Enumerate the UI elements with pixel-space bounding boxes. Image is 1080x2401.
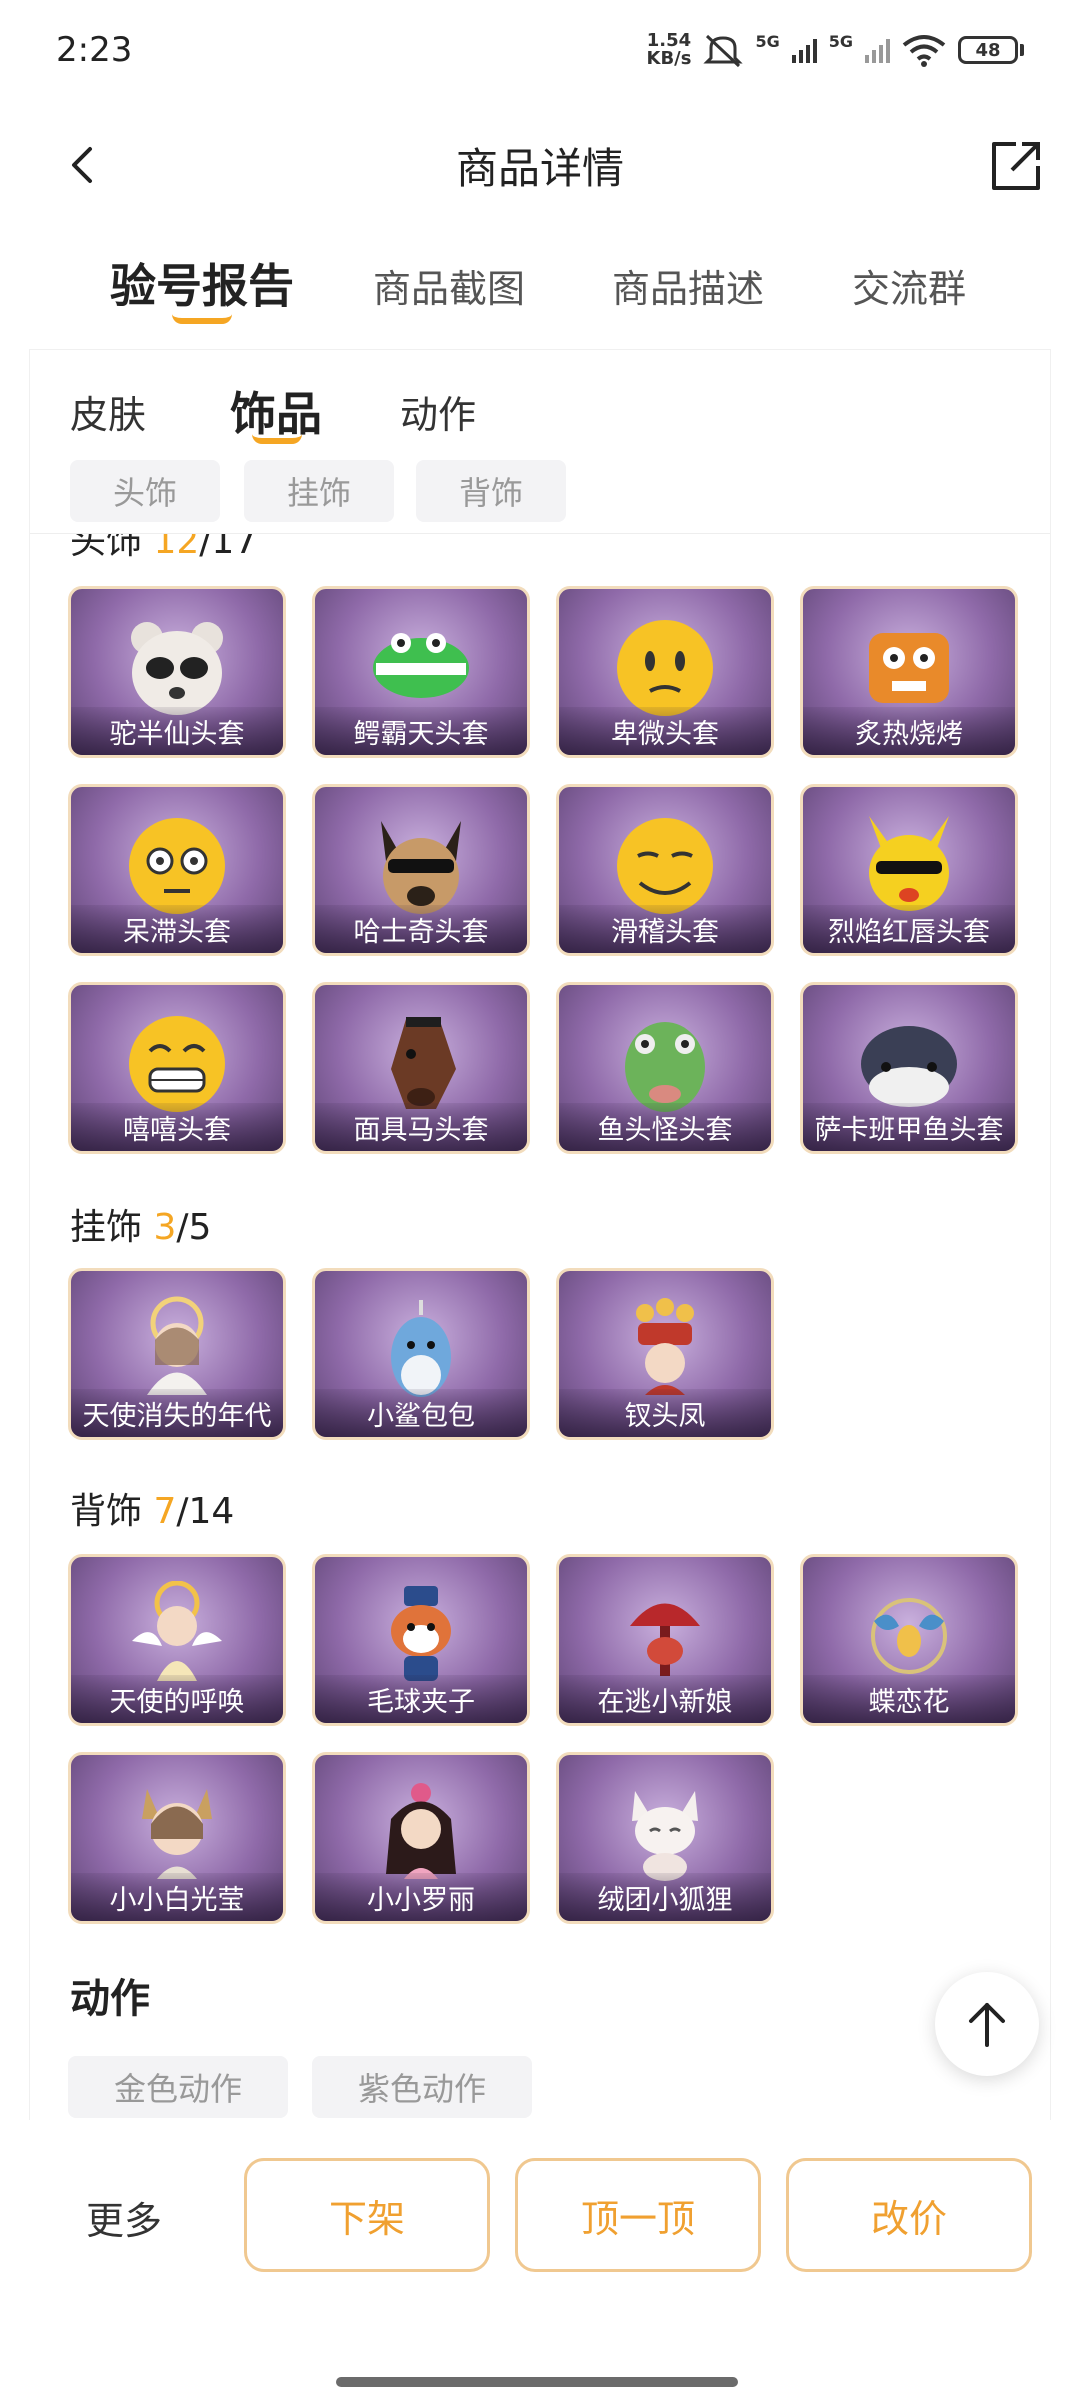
status-time: 2:23 (56, 30, 133, 70)
back-button[interactable] (56, 140, 106, 190)
item-card[interactable]: 面具马头套 (312, 982, 530, 1154)
item-name: 天使消失的年代 (71, 1389, 283, 1437)
item-name: 呆滞头套 (71, 905, 283, 953)
item-name: 哈士奇头套 (315, 905, 527, 953)
section-title-back: 背饰 7/14 (70, 1491, 235, 1532)
item-card[interactable]: 哈士奇头套 (312, 784, 530, 956)
item-name: 烈焰红唇头套 (803, 905, 1015, 953)
item-card[interactable]: 蝶恋花 (800, 1554, 1018, 1726)
item-card[interactable]: 天使消失的年代 (68, 1268, 286, 1440)
item-name: 蝶恋花 (803, 1675, 1015, 1723)
item-card[interactable]: 小小白光莹 (68, 1752, 286, 1924)
item-name: 驼半仙头套 (71, 707, 283, 755)
section-title-pendant: 挂饰 3/5 (70, 1207, 212, 1248)
tab-screenshots[interactable]: 商品截图 (373, 258, 525, 313)
tab-description[interactable]: 商品描述 (612, 258, 764, 313)
item-card[interactable]: 嘻嘻头套 (68, 982, 286, 1154)
item-name: 炙热烧烤 (803, 707, 1015, 755)
filter-chip-pendant[interactable]: 挂饰 (244, 460, 394, 522)
product-detail-page: 2:23 1.54 KB/s 5G 5G 48 商品详情 验号报告 商品截图 商… (0, 0, 1080, 2401)
filter-chip-headwear[interactable]: 头饰 (70, 460, 220, 522)
card-header: 皮肤 饰品 动作 头饰 挂饰 背饰 (30, 350, 1050, 534)
scroll-to-top-button[interactable] (935, 1972, 1039, 2076)
item-card[interactable]: 烈焰红唇头套 (800, 784, 1018, 956)
share-icon (992, 142, 1040, 190)
item-card[interactable]: 小鲨包包 (312, 1268, 530, 1440)
item-name: 面具马头套 (315, 1103, 527, 1151)
item-card[interactable]: 钗头凤 (556, 1268, 774, 1440)
signal-icon (791, 37, 817, 63)
tab-inspection-report[interactable]: 验号报告 (110, 250, 294, 316)
active-subtab-indicator (252, 434, 302, 444)
status-icons: 1.54 KB/s 5G 5G 48 (646, 30, 1024, 69)
item-name: 绒团小狐狸 (559, 1873, 771, 1921)
item-card[interactable]: 小小罗丽 (312, 1752, 530, 1924)
share-button[interactable] (986, 136, 1046, 196)
subtab-skins[interactable]: 皮肤 (70, 384, 146, 439)
item-card[interactable]: 炙热烧烤 (800, 586, 1018, 758)
item-card[interactable]: 卑微头套 (556, 586, 774, 758)
status-bar: 2:23 1.54 KB/s 5G 5G 48 (0, 0, 1080, 100)
nav-header: 商品详情 (0, 110, 1080, 220)
item-name: 滑稽头套 (559, 905, 771, 953)
network-type-1: 5G (755, 32, 780, 51)
wifi-icon (902, 35, 946, 67)
item-card[interactable]: 驼半仙头套 (68, 586, 286, 758)
item-card[interactable]: 鳄霸天头套 (312, 586, 530, 758)
more-button[interactable]: 更多 (86, 2190, 162, 2245)
bump-button[interactable]: 顶一顶 (515, 2158, 761, 2272)
item-name: 钗头凤 (559, 1389, 771, 1437)
item-name: 萨卡班甲鱼头套 (803, 1103, 1015, 1151)
item-card[interactable]: 毛球夹子 (312, 1554, 530, 1726)
page-title: 商品详情 (455, 143, 624, 193)
network-speed: 1.54 KB/s (646, 30, 692, 69)
inspection-report-card: 皮肤 饰品 动作 头饰 挂饰 背饰 头饰 12/17 驼半仙头套 鳄霸天头套 卑… (30, 350, 1050, 2120)
item-card[interactable]: 绒团小狐狸 (556, 1752, 774, 1924)
tab-chat-group[interactable]: 交流群 (852, 258, 966, 313)
section-title-actions: 动作 (70, 1976, 150, 2022)
item-name: 小小白光莹 (71, 1873, 283, 1921)
battery-icon: 48 (958, 36, 1024, 64)
item-name: 毛球夹子 (315, 1675, 527, 1723)
item-card[interactable]: 鱼头怪头套 (556, 982, 774, 1154)
mute-icon (703, 34, 744, 68)
item-name: 嘻嘻头套 (71, 1103, 283, 1151)
arrow-up-icon (969, 2003, 1005, 2047)
change-price-button[interactable]: 改价 (786, 2158, 1032, 2272)
item-card[interactable]: 滑稽头套 (556, 784, 774, 956)
delist-button[interactable]: 下架 (244, 2158, 490, 2272)
item-card[interactable]: 萨卡班甲鱼头套 (800, 982, 1018, 1154)
item-name: 鳄霸天头套 (315, 707, 527, 755)
item-name: 卑微头套 (559, 707, 771, 755)
filter-chip-purple-actions[interactable]: 紫色动作 (312, 2056, 532, 2118)
item-name: 小小罗丽 (315, 1873, 527, 1921)
item-name: 小鲨包包 (315, 1389, 527, 1437)
item-name: 天使的呼唤 (71, 1675, 283, 1723)
filter-chip-back[interactable]: 背饰 (416, 460, 566, 522)
item-card[interactable]: 在逃小新娘 (556, 1554, 774, 1726)
item-name: 在逃小新娘 (559, 1675, 771, 1723)
item-name: 鱼头怪头套 (559, 1103, 771, 1151)
item-card[interactable]: 天使的呼唤 (68, 1554, 286, 1726)
bottom-action-bar: 更多 下架 顶一顶 改价 (0, 2120, 1080, 2401)
filter-chip-gold-actions[interactable]: 金色动作 (68, 2056, 288, 2118)
home-indicator[interactable] (336, 2377, 738, 2387)
signal-icon-2 (865, 37, 890, 63)
network-type-2: 5G (828, 32, 853, 51)
item-card[interactable]: 呆滞头套 (68, 784, 286, 956)
chevron-left-icon (72, 147, 92, 183)
top-tabs: 验号报告 商品截图 商品描述 交流群 (0, 248, 1080, 338)
active-tab-indicator (172, 314, 232, 324)
subtab-actions[interactable]: 动作 (400, 384, 476, 439)
